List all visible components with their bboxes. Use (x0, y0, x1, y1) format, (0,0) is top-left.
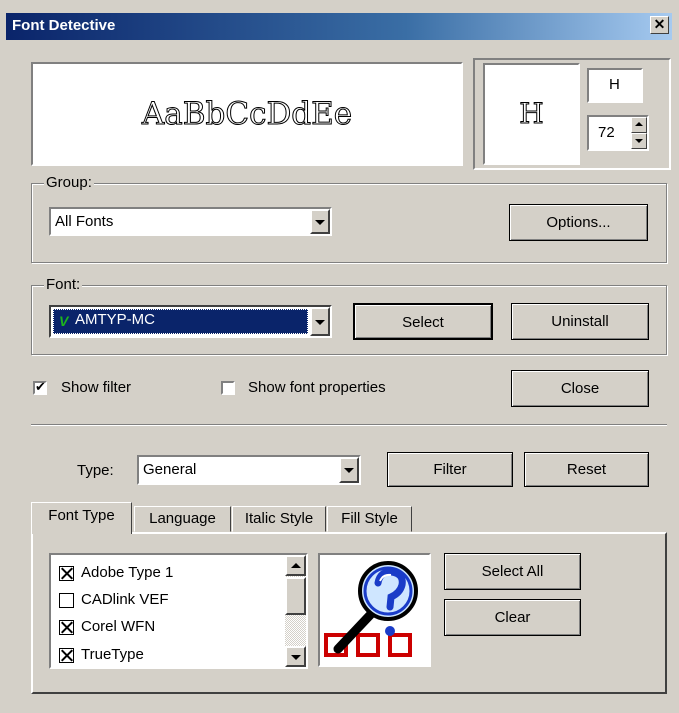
uninstall-button[interactable]: Uninstall (511, 303, 649, 340)
clear-button-label: Clear (494, 609, 531, 626)
title-bar[interactable]: Font Detective ✕ (6, 13, 672, 40)
scroll-up-button[interactable] (285, 555, 306, 576)
show-font-properties-checkbox[interactable] (221, 381, 235, 395)
options-button[interactable]: Options... (509, 204, 648, 241)
list-item[interactable]: Corel WFN (59, 618, 279, 638)
list-item-checkbox[interactable] (59, 648, 74, 663)
font-detective-window: Font Detective ✕ AaBbCcDdEe H H 72 Group… (0, 0, 679, 713)
filter-button-label: Filter (433, 461, 467, 478)
scroll-thumb[interactable] (285, 577, 306, 615)
list-item-checkbox[interactable] (59, 593, 74, 608)
list-item[interactable]: TrueType (59, 646, 279, 666)
list-item[interactable]: Adobe Type 1 (59, 564, 279, 584)
filter-button[interactable]: Filter (387, 452, 513, 487)
tab-language[interactable]: Language (134, 506, 231, 532)
chevron-down-icon (344, 468, 354, 473)
reset-button-label: Reset (566, 461, 607, 478)
type-select-value: General (143, 461, 197, 478)
spin-down-icon (635, 139, 643, 143)
select-button[interactable]: Select (353, 303, 493, 340)
list-item-checkbox[interactable] (59, 566, 74, 581)
size-spinner[interactable]: 72 (587, 115, 649, 151)
chevron-down-icon (315, 219, 325, 225)
list-item[interactable]: CADlink VEF (59, 591, 279, 611)
font-select[interactable]: V AMTYP-MC (49, 305, 332, 338)
tab-font-type-label: Font Type (48, 507, 115, 524)
scroll-down-button[interactable] (285, 646, 306, 667)
tab-font-type[interactable]: Font Type (31, 502, 132, 534)
group-select[interactable]: All Fonts (49, 207, 332, 236)
spin-up-button[interactable] (631, 117, 647, 133)
font-select-value: AMTYP-MC (75, 311, 155, 328)
font-type-mark: V (59, 313, 69, 329)
spin-down-button[interactable] (631, 133, 647, 149)
font-dropdown-button[interactable] (310, 307, 330, 336)
list-item-label: CADlink VEF (81, 591, 169, 608)
separator (31, 424, 667, 426)
sample-preview: AaBbCcDdEe (31, 62, 463, 166)
scroll-up-icon (290, 562, 301, 568)
list-item-label: Corel WFN (81, 618, 156, 635)
window-title: Font Detective (12, 17, 116, 34)
magnifier-icon (324, 561, 418, 657)
show-filter-label: Show filter (61, 379, 132, 396)
font-select-highlight: V AMTYP-MC (53, 309, 308, 334)
spin-up-icon (635, 122, 643, 126)
tab-fill-style[interactable]: Fill Style (327, 506, 412, 532)
show-font-properties-label: Show font properties (248, 379, 386, 396)
group-label: Group: (44, 174, 94, 191)
list-scrollbar[interactable] (285, 555, 306, 667)
options-button-label: Options... (546, 214, 611, 231)
glyph-char: H (519, 97, 544, 131)
type-select[interactable]: General (137, 455, 361, 485)
tab-language-label: Language (149, 510, 216, 527)
tab-italic-style-label: Italic Style (244, 510, 314, 527)
sample-text: AaBbCcDdEe (141, 96, 353, 133)
glyph-input[interactable]: H (587, 68, 643, 103)
tab-fill-style-label: Fill Style (341, 510, 398, 527)
font-label: Font: (44, 276, 83, 293)
select-all-button-label: Select All (481, 563, 544, 580)
scroll-down-icon (290, 654, 301, 660)
show-filter-checkbox[interactable] (33, 379, 47, 395)
glyph-input-value: H (609, 76, 620, 93)
type-label: Type: (77, 462, 114, 479)
group-dropdown-button[interactable] (310, 209, 330, 234)
select-all-button[interactable]: Select All (444, 553, 581, 590)
uninstall-button-label: Uninstall (551, 313, 609, 330)
group-select-value: All Fonts (55, 213, 114, 230)
chevron-down-icon (315, 319, 325, 325)
list-item-label: Adobe Type 1 (81, 564, 174, 581)
reset-button[interactable]: Reset (524, 452, 649, 487)
list-item-label: TrueType (81, 646, 144, 663)
size-value: 72 (598, 124, 615, 141)
close-button[interactable]: Close (511, 370, 649, 407)
select-button-label: Select (402, 314, 444, 331)
glyph-preview: H (483, 63, 580, 165)
close-button-label: Close (560, 380, 600, 397)
close-icon[interactable]: ✕ (650, 16, 669, 34)
type-dropdown-button[interactable] (339, 457, 359, 483)
list-item-checkbox[interactable] (59, 620, 74, 635)
clear-button[interactable]: Clear (444, 599, 581, 636)
font-type-list[interactable]: Adobe Type 1 CADlink VEF Corel WFN TrueT… (49, 553, 308, 669)
font-detective-logo (318, 553, 431, 667)
tab-italic-style[interactable]: Italic Style (232, 506, 326, 532)
